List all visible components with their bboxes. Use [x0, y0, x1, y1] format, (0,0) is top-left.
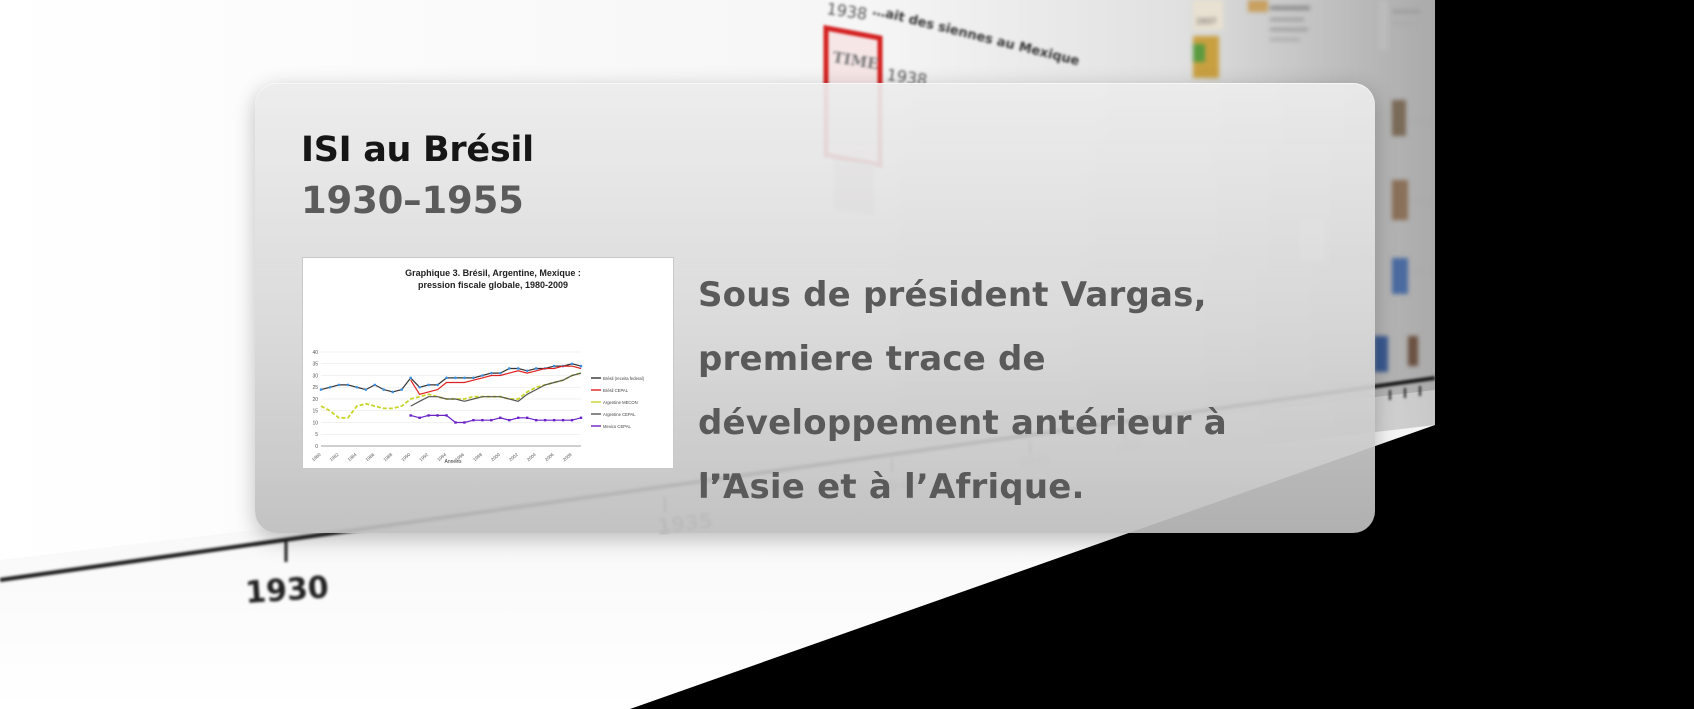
chart-series-line: [320, 372, 582, 419]
chart-legend-label: Argentine CEPAL: [603, 412, 636, 417]
timeline-view: 1930 1935 1940 1945 1950 1938 …ait des s…: [0, 0, 1694, 709]
thumbnail-chart-svg: Graphique 3. Brésil, Argentine, Mexique …: [311, 268, 645, 465]
chart-point: [454, 421, 457, 424]
chart-point: [552, 364, 556, 368]
event-more-link[interactable]: …: [698, 449, 732, 489]
chart-point: [472, 418, 475, 422]
chart-point: [543, 418, 547, 422]
chart-y-tick-label: 10: [312, 420, 318, 426]
event-title: ISI au Brésil: [301, 130, 534, 170]
chart-y-tick-label: 20: [312, 397, 318, 403]
chart-y-tick-label: 0: [315, 444, 318, 450]
chart-x-tick-label: 1982: [329, 452, 340, 463]
chart-x-tick-label: 2006: [544, 452, 555, 463]
chart-point: [481, 374, 484, 377]
chart-x-tick-label: 2000: [490, 452, 501, 463]
chart-point: [490, 418, 493, 422]
chart-y-tick-label: 40: [312, 350, 318, 356]
event-thumbnail-chart[interactable]: Graphique 3. Brésil, Argentine, Mexique …: [302, 257, 674, 469]
chart-point: [373, 383, 377, 387]
chart-xlabel: Années: [445, 459, 462, 465]
chart-point: [355, 385, 359, 389]
chart-point: [436, 383, 439, 387]
chart-x-tick-label: 1984: [347, 452, 358, 463]
chart-x-tick-label: 1988: [382, 452, 393, 463]
axis-year-1930: 1930: [244, 570, 330, 611]
chart-point: [570, 362, 574, 366]
chart-point: [400, 388, 403, 391]
chart-legend-label: Mexico CEPAL: [603, 424, 632, 429]
event-card[interactable]: ISI au Brésil 1930–1955 Graphique 3. Bré…: [255, 83, 1375, 533]
chart-x-tick-label: 2004: [526, 452, 537, 463]
chart-point: [570, 418, 574, 422]
chart-point: [534, 418, 538, 422]
chart-point: [579, 364, 583, 368]
event-date-range: 1930–1955: [301, 179, 524, 222]
chart-point: [427, 383, 430, 387]
chart-point: [445, 414, 448, 417]
chart-point: [463, 376, 466, 380]
chart-point: [436, 414, 439, 417]
chart-point: [418, 416, 421, 419]
chart-point: [472, 376, 475, 380]
chart-point: [516, 367, 520, 370]
chart-x-tick-label: 2002: [508, 452, 519, 463]
chart-legend-label: Brésil CEPAL: [603, 388, 629, 393]
chart-point: [364, 388, 368, 391]
chart-point: [319, 388, 323, 391]
chart-y-tick-label: 30: [312, 373, 318, 379]
chart-title-line1: Graphique 3. Brésil, Argentine, Mexique …: [405, 268, 581, 278]
chart-point: [507, 367, 511, 370]
chart-point: [490, 371, 493, 375]
chart-legend-label: Brésil (receita federal): [603, 376, 645, 381]
chart-series-line: [410, 414, 582, 424]
chart-point: [391, 390, 395, 394]
chart-title-line2: pression fiscale globale, 1980-2009: [418, 280, 568, 290]
chart-point: [454, 376, 457, 380]
chart-point: [463, 421, 466, 424]
chart-y-tick-label: 25: [312, 385, 318, 391]
chart-point: [525, 369, 529, 373]
chart-x-tick-label: 1986: [365, 452, 376, 463]
chart-legend-label: Argentine MECON: [603, 400, 638, 405]
chart-point: [517, 416, 520, 419]
chart-point: [579, 416, 583, 419]
chart-point: [346, 383, 350, 387]
chart-point: [534, 367, 538, 370]
chart-x-tick-label: 1980: [311, 452, 322, 463]
chart-point: [445, 376, 448, 380]
chart-x-tick-label: 1992: [418, 452, 429, 463]
chart-point: [337, 383, 341, 387]
chart-point: [561, 418, 565, 422]
chart-series-line: [410, 365, 582, 395]
chart-point: [508, 418, 511, 422]
chart-y-tick-label: 5: [315, 432, 318, 438]
chart-y-tick-label: 15: [312, 409, 318, 415]
chart-legend: Brésil (receita federal) Brésil CEPAL Arge…: [591, 376, 645, 429]
chart-x-tick-label: 1990: [400, 452, 411, 463]
chart-point: [526, 416, 529, 419]
event-description: Sous de président Vargas, premiere trace…: [698, 275, 1227, 507]
chart-point: [552, 418, 556, 422]
chart-point: [409, 414, 412, 417]
chart-point: [382, 388, 386, 391]
chart-x-tick-label: 1998: [472, 452, 483, 463]
chart-x-tick-label: 2008: [562, 452, 573, 463]
chart-point: [499, 371, 502, 375]
chart-point: [427, 414, 430, 417]
chart-series-line: [320, 363, 582, 393]
chart-plot-area: 0 5 10 15 20 25 30 35 40 1980 1982 1984 1986 1988 1990…: [311, 350, 583, 462]
svg-text:1937: 1937: [1196, 17, 1216, 26]
chart-point: [481, 418, 484, 422]
chart-y-tick-label: 35: [312, 362, 318, 368]
chart-point: [409, 376, 412, 380]
chart-point: [328, 385, 332, 389]
chart-point: [418, 385, 421, 389]
chart-point: [499, 416, 502, 419]
